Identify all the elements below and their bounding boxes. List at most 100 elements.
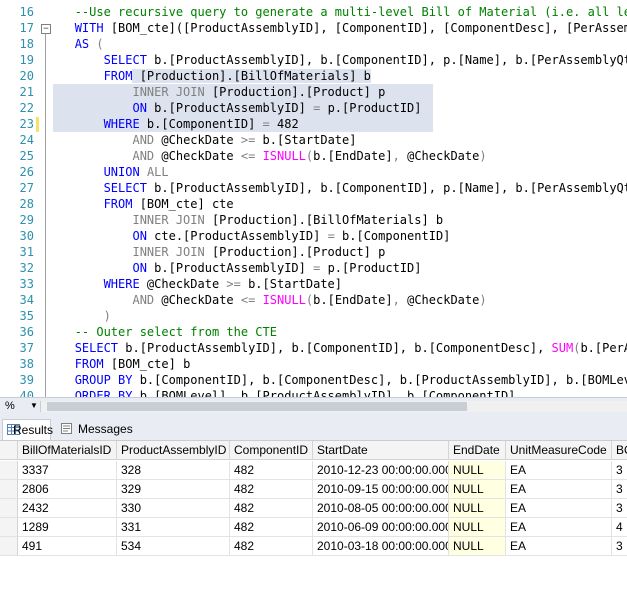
tab-results-label: Results <box>13 423 54 437</box>
grid-cell[interactable]: 534 <box>117 537 230 556</box>
code-line[interactable]: GROUP BY b.[ComponentID], b.[ComponentDe… <box>53 372 627 388</box>
grid-cell[interactable]: 330 <box>117 499 230 518</box>
code-line[interactable]: FROM [BOM_cte] b <box>53 356 191 372</box>
horizontal-scrollbar[interactable] <box>40 401 627 412</box>
results-grid[interactable]: BillOfMaterialsID ProductAssemblyID Compon… <box>0 441 627 591</box>
grid-cell[interactable]: EA <box>506 537 612 556</box>
grid-cell[interactable]: 2010-09-15 00:00:00.000 <box>313 480 449 499</box>
grid-cell[interactable]: 4 <box>612 518 627 537</box>
code-token: INNER JOIN <box>132 213 205 227</box>
code-line[interactable]: ON cte.[ProductAssemblyID] = b.[Componen… <box>53 228 450 244</box>
zoom-dropdown[interactable]: % ▼ <box>2 399 38 413</box>
grid-cell[interactable]: 3 <box>612 461 627 480</box>
line-number: 20 <box>19 69 34 83</box>
code-line[interactable]: AND @CheckDate >= b.[StartDate] <box>53 132 356 148</box>
code-line[interactable]: -- Outer select from the CTE <box>53 324 277 340</box>
code-token: ) <box>479 149 487 163</box>
code-line[interactable]: ) <box>53 308 111 324</box>
row-header[interactable] <box>0 537 18 556</box>
grid-cell[interactable]: 482 <box>230 461 313 480</box>
grid-cell[interactable]: 3 <box>612 480 627 499</box>
grid-cell[interactable]: EA <box>506 499 612 518</box>
code-line[interactable]: AND @CheckDate <= ISNULL(b.[EndDate], @C… <box>53 148 487 164</box>
line-number: 32 <box>19 261 34 275</box>
grid-cell[interactable]: 3337 <box>18 461 117 480</box>
grid-cell[interactable]: EA <box>506 518 612 537</box>
code-line[interactable]: --Use recursive query to generate a mult… <box>53 4 627 20</box>
code-token: @CheckDate <box>139 277 227 291</box>
grid-corner[interactable] <box>0 441 18 460</box>
tab-messages[interactable]: Messages <box>56 419 133 439</box>
grid-cell[interactable]: 482 <box>230 518 313 537</box>
code-line[interactable]: ON b.[ProductAssemblyID] = p.[ProductID] <box>53 100 433 116</box>
column-header[interactable]: StartDate <box>313 441 449 460</box>
code-line[interactable]: INNER JOIN [Production].[Product] p <box>53 244 385 260</box>
grid-cell[interactable]: 328 <box>117 461 230 480</box>
grid-cell[interactable]: 1289 <box>18 518 117 537</box>
grid-cell[interactable]: EA <box>506 480 612 499</box>
code-line[interactable]: WHERE @CheckDate >= b.[StartDate] <box>53 276 342 292</box>
line-number: 31 <box>19 245 34 259</box>
column-header[interactable]: ComponentID <box>230 441 313 460</box>
row-header[interactable] <box>0 518 18 537</box>
code-line[interactable]: UNION ALL <box>53 164 169 180</box>
scrollbar-thumb[interactable] <box>47 402 467 411</box>
code-line[interactable]: ON b.[ProductAssemblyID] = p.[ProductID] <box>53 260 421 276</box>
grid-cell[interactable]: 331 <box>117 518 230 537</box>
grid-cell[interactable]: 2010-06-09 00:00:00.000 <box>313 518 449 537</box>
code-line[interactable]: WITH [BOM_cte]([ProductAssemblyID], [Com… <box>53 20 627 36</box>
grid-cell[interactable]: 2010-03-18 00:00:00.000 <box>313 537 449 556</box>
grid-cell[interactable]: 482 <box>230 499 313 518</box>
code-token: ISNULL <box>262 149 306 163</box>
grid-cell[interactable]: EA <box>506 461 612 480</box>
column-header[interactable]: ProductAssemblyID <box>117 441 230 460</box>
collapse-toggle-icon[interactable]: − <box>41 24 51 34</box>
grid-cell[interactable]: 2432 <box>18 499 117 518</box>
column-header[interactable]: EndDate <box>449 441 506 460</box>
code-line[interactable]: INNER JOIN [Production].[BillOfMaterials… <box>53 212 443 228</box>
grid-cell[interactable]: 2806 <box>18 480 117 499</box>
code-line[interactable]: AS ( <box>53 36 104 52</box>
grid-cell[interactable]: NULL <box>449 499 506 518</box>
tab-results[interactable]: Results <box>2 419 54 440</box>
sql-editor[interactable]: 16 17 18 19 20 21 22 23 24 25 26 27 28 29 30 31 32 33 34 35… <box>0 0 627 397</box>
code-line[interactable]: SELECT b.[ProductAssemblyID], b.[Compone… <box>53 52 627 68</box>
code-line[interactable]: SELECT b.[ProductAssemblyID], b.[Compone… <box>53 180 627 196</box>
grid-cell[interactable]: NULL <box>449 480 506 499</box>
code-token: @CheckDate <box>154 149 241 163</box>
code-line[interactable]: INNER JOIN [Production].[Product] p <box>53 84 433 100</box>
code-token: [BOM_cte] b <box>103 357 191 371</box>
code-line[interactable]: AND @CheckDate <= ISNULL(b.[EndDate], @C… <box>53 292 486 308</box>
line-number: 16 <box>19 5 34 19</box>
grid-cell[interactable]: NULL <box>449 461 506 480</box>
grid-cell[interactable]: 3 <box>612 537 627 556</box>
grid-cell[interactable]: 482 <box>230 480 313 499</box>
code-line[interactable]: SELECT b.[ProductAssemblyID], b.[Compone… <box>53 340 627 356</box>
row-header[interactable] <box>0 480 18 499</box>
code-line[interactable]: ORDER BY b.[BOMLevel], b.[ProductAssembl… <box>53 388 516 397</box>
row-header[interactable] <box>0 499 18 518</box>
column-header[interactable]: UnitMeasureCode <box>506 441 612 460</box>
grid-cell[interactable]: 329 <box>117 480 230 499</box>
column-header[interactable]: BillOfMaterialsID <box>18 441 117 460</box>
grid-cell[interactable]: 482 <box>230 537 313 556</box>
code-line[interactable]: FROM [Production].[BillOfMaterials] b <box>53 68 371 84</box>
row-header[interactable] <box>0 461 18 480</box>
grid-cell[interactable]: 2010-08-05 00:00:00.000 <box>313 499 449 518</box>
grid-cell[interactable]: NULL <box>449 537 506 556</box>
code-line[interactable]: FROM [BOM_cte] cte <box>53 196 234 212</box>
grid-cell[interactable]: 2010-12-23 00:00:00.000 <box>313 461 449 480</box>
column-header[interactable]: BO <box>612 441 627 460</box>
code-token: ON <box>132 229 147 243</box>
grid-cell[interactable]: 491 <box>18 537 117 556</box>
code-line[interactable]: WHERE b.[ComponentID] = 482 <box>53 116 433 132</box>
code-token: b.[EndDate] <box>313 293 393 307</box>
code-token: AND <box>132 149 155 163</box>
grid-cell[interactable]: 3 <box>612 499 627 518</box>
grid-cell[interactable]: NULL <box>449 518 506 537</box>
line-number: 28 <box>19 197 34 211</box>
line-number: 30 <box>19 229 34 243</box>
